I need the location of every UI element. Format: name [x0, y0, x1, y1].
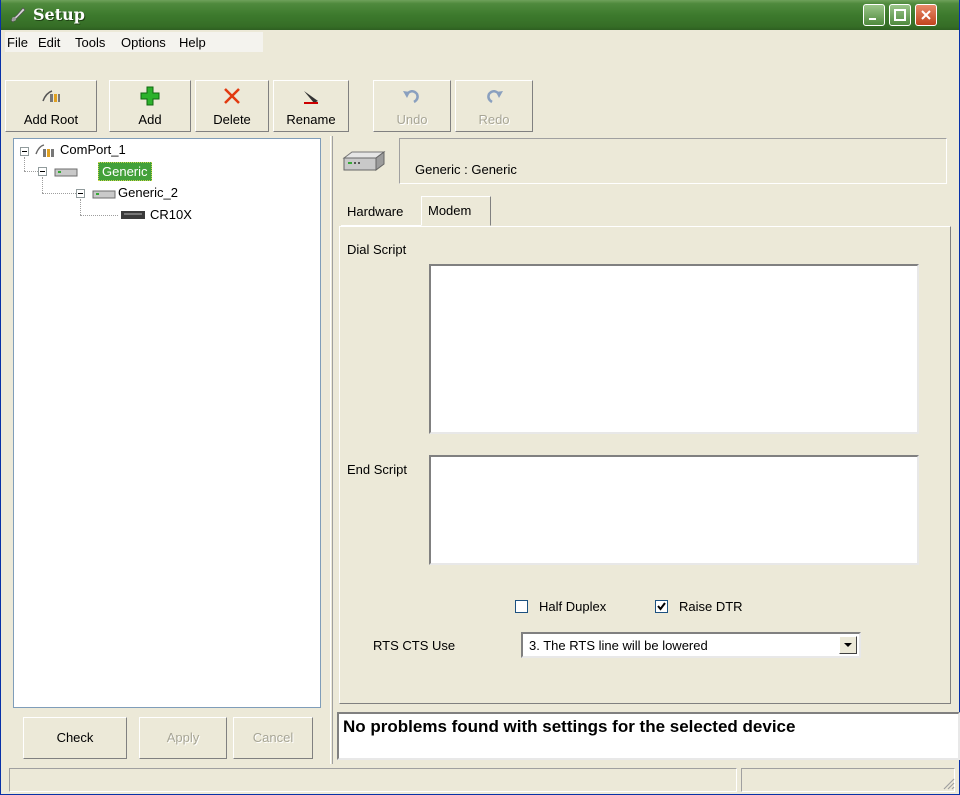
comport-icon [35, 144, 54, 157]
menu-bar: File Edit Tools Options Help [1, 30, 959, 52]
undo-button[interactable]: Undo [373, 80, 451, 132]
check-button[interactable]: Check [23, 717, 127, 759]
rename-label: Rename [286, 112, 336, 127]
pane-splitter[interactable] [330, 136, 333, 764]
generic-2-modem-icon [92, 190, 116, 199]
checkmark-icon [657, 602, 666, 611]
tab-modem-label: Modem [428, 203, 472, 218]
tab-modem[interactable]: Modem [421, 196, 491, 226]
tree-node-generic-2[interactable]: Generic_2 [118, 185, 178, 200]
add-label: Add [138, 112, 162, 127]
status-bar [1, 766, 959, 794]
dropdown-arrow-icon[interactable] [839, 636, 857, 654]
add-root-button[interactable]: Add Root [5, 80, 97, 132]
add-root-label: Add Root [23, 112, 79, 127]
tree-collapse-comport[interactable] [20, 147, 29, 156]
device-title: Generic : Generic [415, 162, 517, 177]
datalogger-icon [121, 211, 145, 219]
add-button[interactable]: Add [109, 80, 191, 132]
status-pane-main [9, 768, 737, 792]
validation-message-box: No problems found with settings for the … [337, 712, 960, 760]
tree-collapse-generic-2[interactable] [76, 189, 85, 198]
tab-hardware[interactable]: Hardware [341, 198, 421, 226]
title-bar[interactable]: Setup [1, 0, 959, 30]
half-duplex-checkbox[interactable] [515, 600, 528, 613]
undo-label: Undo [396, 112, 428, 127]
device-header-icon [342, 151, 386, 171]
tree-node-cr10x[interactable]: CR10X [150, 207, 192, 222]
menu-edit[interactable]: Edit [38, 35, 60, 50]
close-button[interactable] [915, 4, 937, 26]
delete-label: Delete [213, 112, 251, 127]
validation-message: No problems found with settings for the … [343, 717, 796, 736]
delete-button[interactable]: Delete [195, 80, 269, 132]
status-pane-secondary [741, 768, 955, 792]
dial-script-label: Dial Script [347, 242, 407, 257]
redo-label: Redo [478, 112, 510, 127]
maximize-button[interactable] [889, 4, 911, 26]
half-duplex-label: Half Duplex [539, 599, 607, 614]
apply-button[interactable]: Apply [139, 717, 227, 759]
rts-cts-label: RTS CTS Use [373, 638, 456, 653]
add-root-icon [42, 90, 60, 102]
menu-strip: File Edit Tools Options Help [5, 32, 263, 52]
cancel-button[interactable]: Cancel [233, 717, 313, 759]
setup-window: Setup File Edit Tools Options Help Add R… [0, 0, 960, 795]
minimize-button[interactable] [863, 4, 885, 26]
dial-script-input[interactable] [429, 264, 919, 434]
generic-modem-icon [54, 168, 78, 177]
end-script-input[interactable] [429, 455, 919, 565]
tree-node-comport[interactable]: ComPort_1 [60, 142, 126, 157]
end-script-label: End Script [347, 462, 407, 477]
plus-icon [140, 86, 160, 106]
resize-grip-icon[interactable] [941, 776, 955, 790]
device-header [399, 138, 947, 184]
app-icon [10, 7, 26, 23]
menu-options[interactable]: Options [121, 35, 166, 50]
tree-node-generic[interactable]: Generic [98, 162, 152, 181]
rename-button[interactable]: Rename [273, 80, 349, 132]
device-tree[interactable]: ComPort_1 Generic Generic_2 CR10X [13, 138, 321, 708]
rts-cts-value: 3. The RTS line will be lowered [529, 638, 708, 653]
redo-icon [487, 90, 503, 104]
redo-button[interactable]: Redo [455, 80, 533, 132]
undo-icon [403, 90, 419, 104]
tab-hardware-label: Hardware [347, 204, 404, 219]
close-icon [921, 10, 931, 20]
delete-x-icon [224, 88, 240, 104]
rename-pen-icon [304, 91, 318, 104]
menu-help[interactable]: Help [179, 35, 206, 50]
raise-dtr-label: Raise DTR [679, 599, 743, 614]
minimize-icon [869, 18, 876, 20]
raise-dtr-checkbox[interactable] [655, 600, 668, 613]
menu-file[interactable]: File [7, 35, 28, 50]
maximize-icon [894, 9, 906, 21]
window-title: Setup [33, 5, 85, 24]
menu-tools[interactable]: Tools [75, 35, 105, 50]
rts-cts-select[interactable]: 3. The RTS line will be lowered [521, 632, 861, 658]
tree-collapse-generic[interactable] [38, 167, 47, 176]
